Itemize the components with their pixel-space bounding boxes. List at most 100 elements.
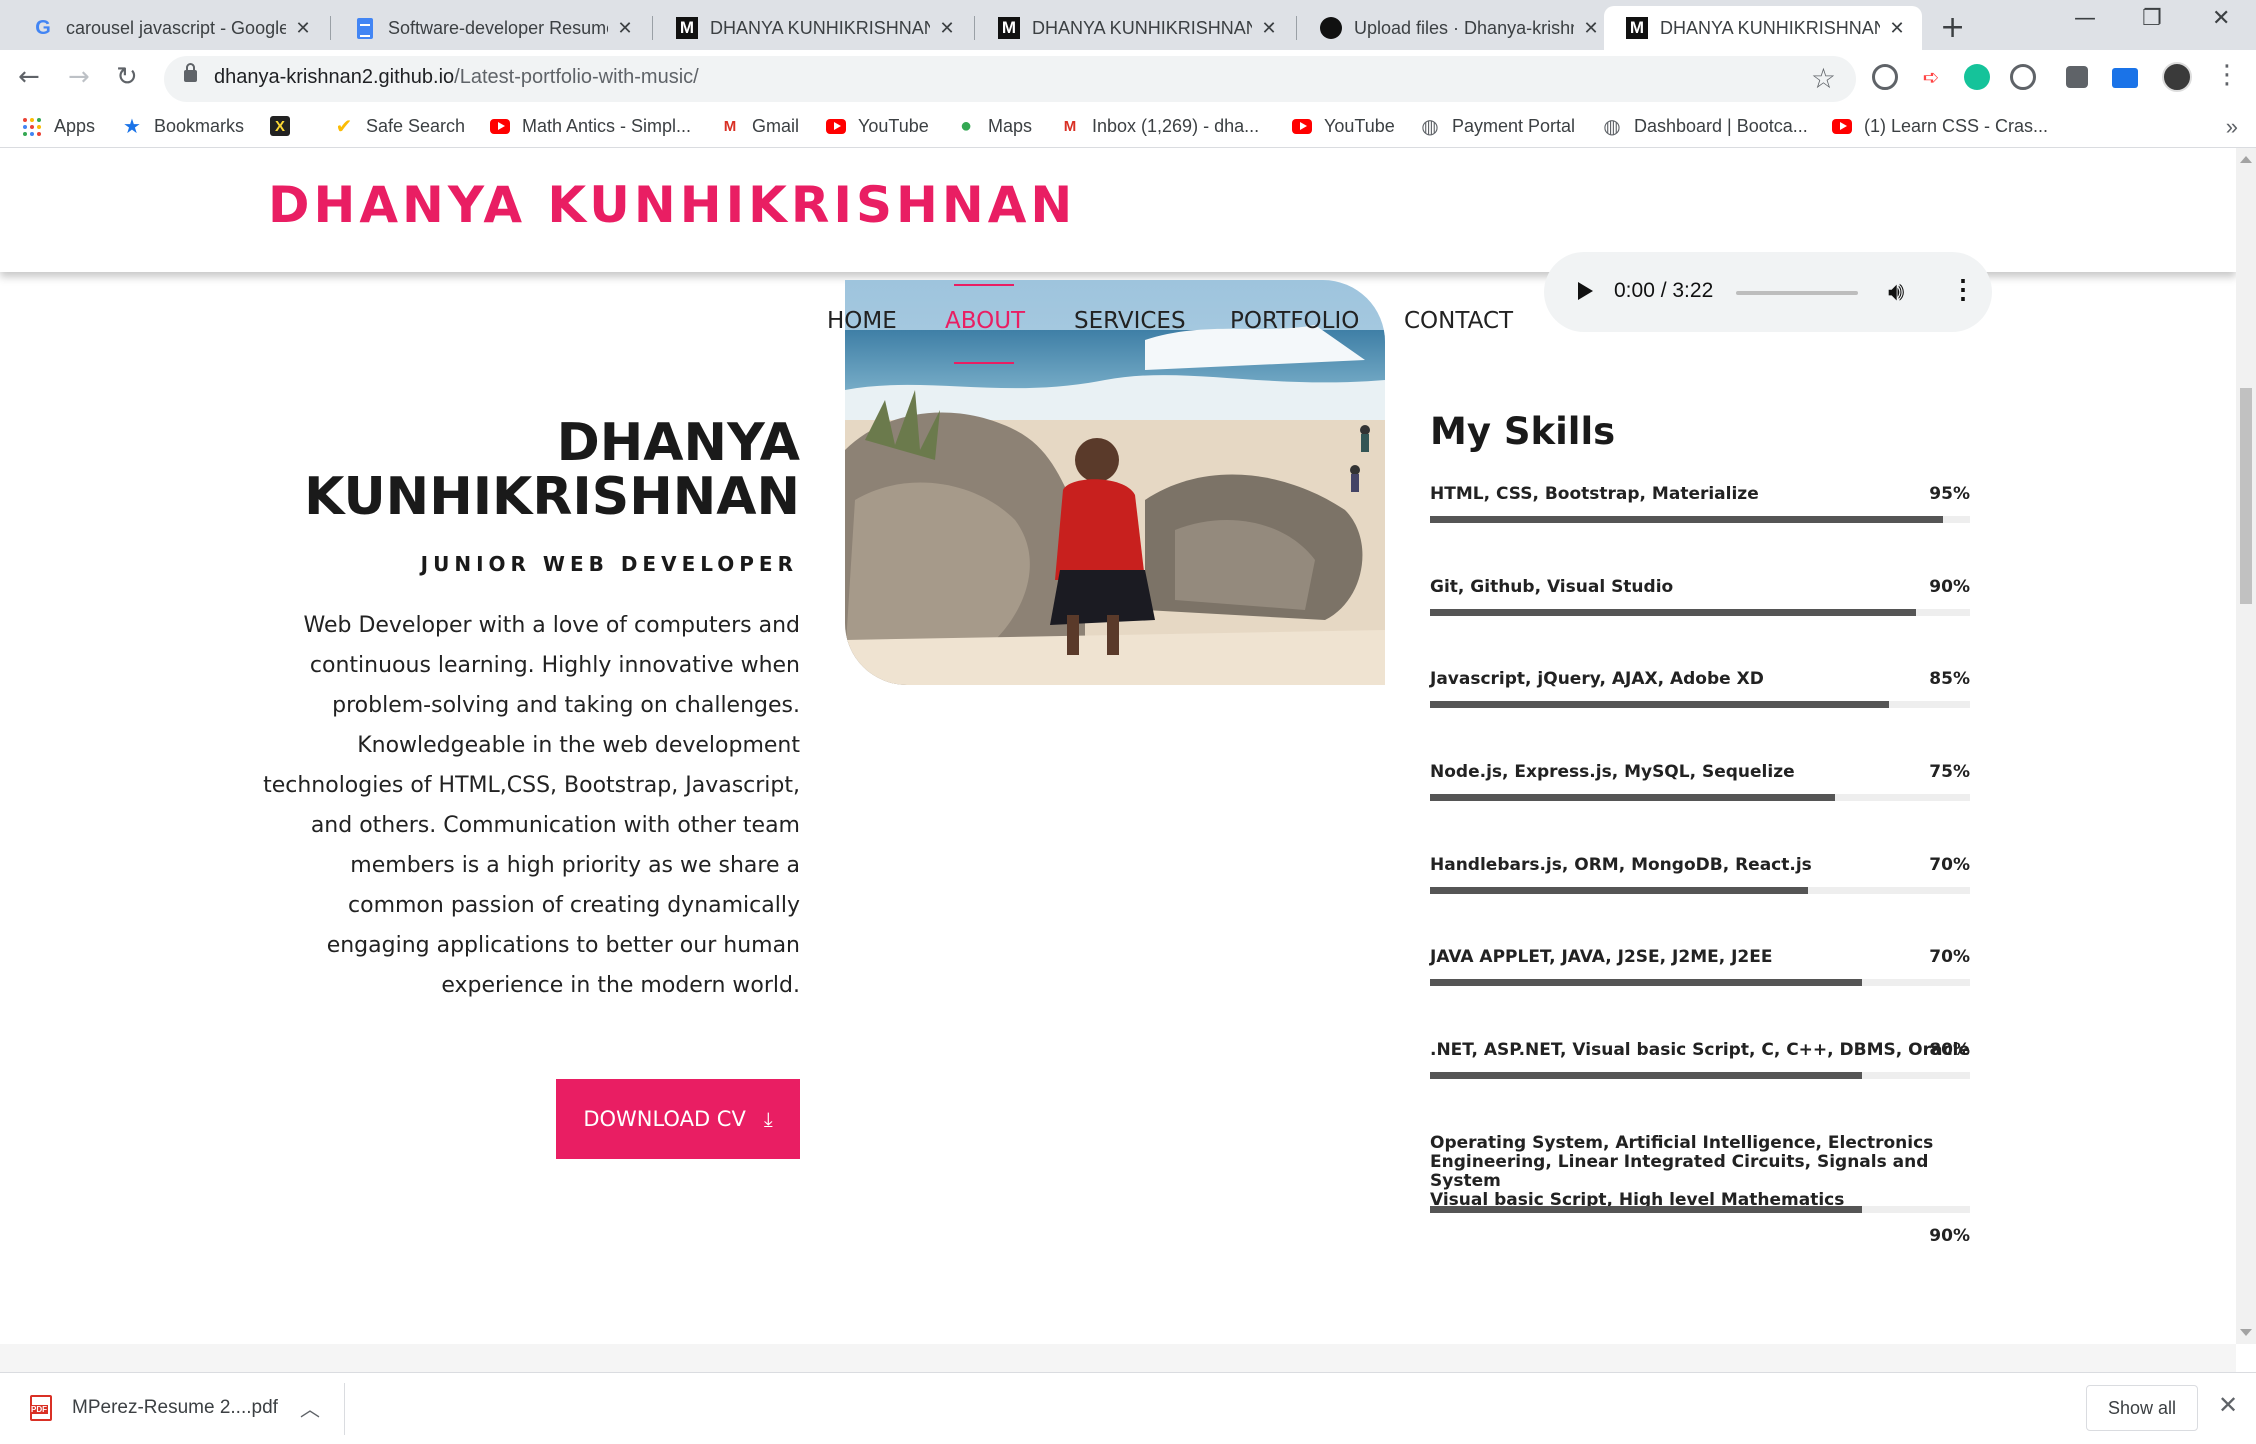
bookmark-x-app[interactable]: X xyxy=(270,116,302,136)
browser-tab[interactable]: M DHANYA KUNHIKRISHNAN ✕ xyxy=(654,6,972,50)
skill-name: Git, Github, Visual Studio xyxy=(1430,577,1674,597)
skill-bar-track xyxy=(1430,609,1970,616)
globe-icon: ◍ xyxy=(1603,116,1621,138)
bio-line: technologies of HTML,CSS, Bootstrap, Jav… xyxy=(263,773,800,798)
extension-icon[interactable]: ➪ xyxy=(1918,64,1944,90)
m-icon: M xyxy=(1626,17,1648,39)
browser-tab[interactable]: Upload files · Dhanya-krishn ✕ xyxy=(1298,6,1616,50)
close-icon[interactable]: ✕ xyxy=(1580,18,1602,39)
avatar[interactable] xyxy=(2162,62,2192,92)
bookmark-dashboard[interactable]: ◍ Dashboard | Bootca... xyxy=(1602,116,1808,138)
browser-tab[interactable]: M DHANYA KUNHIKRISHNAN ✕ xyxy=(976,6,1294,50)
bookmark-learn-css[interactable]: (1) Learn CSS - Cras... xyxy=(1832,116,2048,137)
chrome-menu-icon[interactable]: ⋮ xyxy=(2214,60,2240,90)
volume-icon[interactable]: 🔊︎ xyxy=(1888,276,1904,308)
site-brand[interactable]: DHANYA KUNHIKRISHNAN xyxy=(268,176,1076,234)
nav-active-indicator-bottom xyxy=(954,362,1014,364)
bookmark-youtube-2[interactable]: YouTube xyxy=(1292,116,1395,137)
bio-line: problem-solving and taking on challenges… xyxy=(332,693,800,718)
forward-icon[interactable]: → xyxy=(68,62,90,92)
window-close-icon[interactable]: ✕ xyxy=(2212,6,2230,31)
audio-player: 0:00 / 3:22 🔊︎ ⋮ xyxy=(1544,252,1992,332)
nav-services[interactable]: SERVICES xyxy=(1074,308,1186,334)
browser-tab-active[interactable]: M DHANYA KUNHIKRISHNAN ✕ xyxy=(1604,6,1922,50)
docs-icon xyxy=(354,17,376,39)
bookmark-label: Apps xyxy=(54,116,96,136)
extension-icon[interactable] xyxy=(2010,64,2036,90)
lock-icon xyxy=(184,63,197,82)
new-tab-icon[interactable]: + xyxy=(1940,10,1965,45)
bookmark-safe-search[interactable]: ✔ Safe Search xyxy=(334,116,465,138)
skill-percent: 75% xyxy=(1929,762,1970,782)
more-bookmarks-icon[interactable]: » xyxy=(2226,114,2238,140)
bookmark-label: (1) Learn CSS - Cras... xyxy=(1864,116,2049,136)
skill-bar-track xyxy=(1430,979,1970,986)
back-icon[interactable]: ← xyxy=(18,62,40,92)
bookmark-gmail[interactable]: M Gmail xyxy=(720,116,799,137)
scroll-thumb[interactable] xyxy=(2240,388,2252,604)
close-icon[interactable]: ✕ xyxy=(1886,18,1908,39)
youtube-icon xyxy=(826,117,846,137)
next-section-edge xyxy=(0,1344,2236,1372)
close-icon[interactable]: ✕ xyxy=(936,18,958,39)
address-bar[interactable]: dhanya-krishnan2.github.io/Latest-portfo… xyxy=(164,56,1856,102)
restore-icon[interactable]: ❐ xyxy=(2142,6,2162,31)
close-icon[interactable]: ✕ xyxy=(614,18,636,39)
close-icon[interactable]: ✕ xyxy=(1258,18,1280,39)
nav-portfolio[interactable]: PORTFOLIO xyxy=(1230,308,1359,334)
bio-line: Web Developer with a love of computers a… xyxy=(303,613,800,638)
player-menu-icon[interactable]: ⋮ xyxy=(1950,274,1976,305)
bookmark-label: YouTube xyxy=(858,116,929,136)
bookmark-youtube[interactable]: YouTube xyxy=(826,116,929,137)
download-cv-button[interactable]: DOWNLOAD CV ⤓ xyxy=(556,1079,800,1159)
tab-separator xyxy=(652,16,653,40)
skill-bar-track xyxy=(1430,516,1970,523)
close-icon[interactable]: ✕ xyxy=(292,18,314,39)
skill-bar-track xyxy=(1430,794,1970,801)
apps-grid-icon xyxy=(22,117,42,137)
close-icon[interactable]: ✕ xyxy=(2218,1391,2238,1420)
skill-bar-fill xyxy=(1430,609,1916,616)
bookmark-math-antics[interactable]: Math Antics - Simpl... xyxy=(490,116,691,137)
scroll-up-icon[interactable] xyxy=(2240,156,2252,163)
reload-icon[interactable]: ↻ xyxy=(116,62,138,92)
skill-bar-fill xyxy=(1430,701,1889,708)
download-shelf: MPerez-Resume 2....pdf ︿ Show all ✕ xyxy=(0,1372,2256,1444)
nav-about[interactable]: ABOUT xyxy=(945,308,1025,334)
bookmark-bookmarks[interactable]: ★ Bookmarks xyxy=(122,116,245,138)
bookmark-maps[interactable]: ● Maps xyxy=(956,115,1032,137)
skill-bar-fill xyxy=(1430,979,1862,986)
tab-title: Upload files · Dhanya-krishn xyxy=(1354,17,1574,38)
url-text[interactable]: dhanya-krishnan2.github.io/Latest-portfo… xyxy=(214,66,699,89)
bookmark-label: Bookmarks xyxy=(154,116,245,136)
bookmark-payment-portal[interactable]: ◍ Payment Portal xyxy=(1420,116,1575,138)
bio-line: Knowledgeable in the web development xyxy=(357,733,800,758)
nav-contact[interactable]: CONTACT xyxy=(1404,308,1513,334)
puzzle-icon[interactable] xyxy=(2066,66,2088,88)
tab-title: Software-developer Resume xyxy=(388,17,608,38)
bookmark-star-icon[interactable]: ☆ xyxy=(1811,62,1836,95)
player-seek-bar[interactable] xyxy=(1736,291,1858,295)
bio-line: and others. Communication with other tea… xyxy=(310,813,800,838)
cast-icon[interactable] xyxy=(2112,68,2138,88)
bookmarks-bar: Apps ★ Bookmarks X ✔ Safe Search Math An… xyxy=(0,108,2256,148)
bookmark-inbox[interactable]: M Inbox (1,269) - dha... xyxy=(1060,116,1259,137)
bookmark-label: YouTube xyxy=(1324,116,1395,136)
bio-line: common passion of creating dynamically xyxy=(348,893,800,918)
page-scrollbar[interactable] xyxy=(2236,148,2256,1344)
skill-name: Javascript, jQuery, AJAX, Adobe XD xyxy=(1430,669,1764,689)
show-all-button[interactable]: Show all xyxy=(2086,1385,2198,1431)
download-file-name[interactable]: MPerez-Resume 2....pdf xyxy=(72,1397,278,1419)
nav-home[interactable]: HOME xyxy=(827,308,897,334)
grammarly-icon[interactable] xyxy=(1964,64,1990,90)
skill-name: Node.js, Express.js, MySQL, Sequelize xyxy=(1430,762,1795,782)
skill-percent: 70% xyxy=(1929,855,1970,875)
play-icon[interactable] xyxy=(1578,282,1593,300)
chevron-up-icon[interactable]: ︿ xyxy=(300,1393,320,1422)
minimize-icon[interactable]: — xyxy=(2074,6,2096,31)
browser-tab[interactable]: Software-developer Resume ✕ xyxy=(332,6,650,50)
extension-icon[interactable] xyxy=(1872,64,1898,90)
bookmark-apps[interactable]: Apps xyxy=(22,116,95,137)
scroll-down-icon[interactable] xyxy=(2240,1329,2252,1336)
browser-tab[interactable]: G carousel javascript - Google ✕ xyxy=(10,6,328,50)
